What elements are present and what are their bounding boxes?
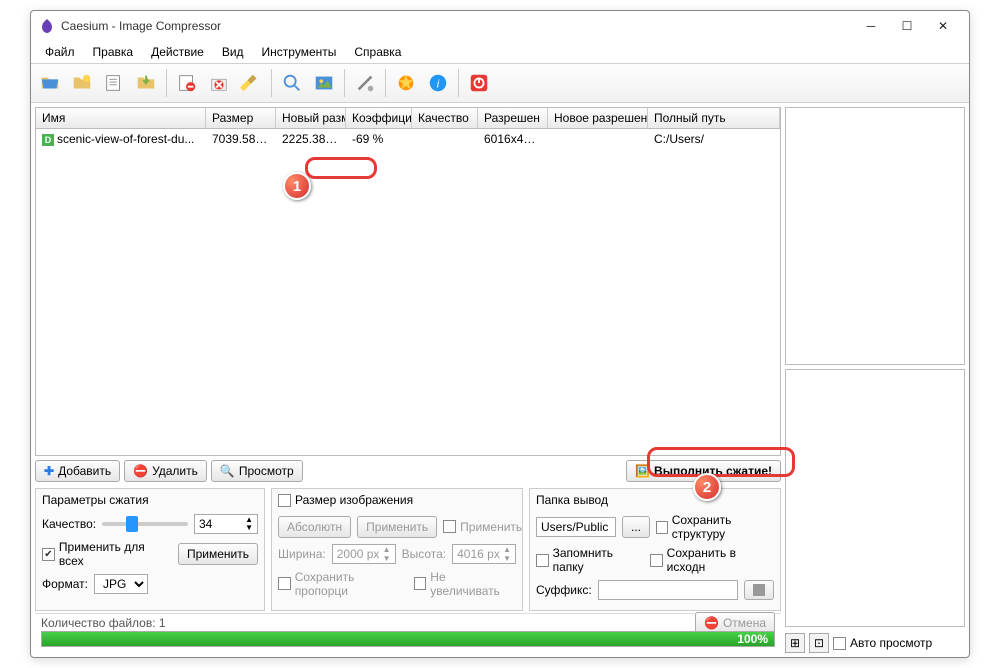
add-list-icon[interactable]: [99, 68, 129, 98]
badge-1: 1: [283, 172, 311, 200]
output-path-input[interactable]: [536, 517, 616, 537]
cell-newsize: 2225.38 Kb: [276, 130, 346, 148]
power-icon[interactable]: [464, 68, 494, 98]
col-quality[interactable]: Качество: [412, 108, 478, 128]
progress-percent: 100%: [737, 632, 768, 646]
cell-quality: [412, 137, 478, 141]
maximize-button[interactable]: ☐: [889, 14, 925, 38]
menu-help[interactable]: Справка: [346, 43, 409, 61]
cell-res: 6016x4016: [478, 130, 548, 148]
col-newres[interactable]: Новое разрешен: [548, 108, 648, 128]
progress-bar: 100%: [41, 631, 775, 647]
preview-image-icon[interactable]: [309, 68, 339, 98]
preview-original: [785, 107, 965, 365]
actual-size-button[interactable]: ⊡: [809, 633, 829, 653]
menu-edit[interactable]: Правка: [85, 43, 142, 61]
col-size[interactable]: Размер: [206, 108, 276, 128]
open-folder-icon[interactable]: [67, 68, 97, 98]
width-label: Ширина:: [278, 547, 326, 561]
resize-checkbox[interactable]: Размер изображения: [278, 493, 413, 507]
apply-quality-button[interactable]: Применить: [178, 543, 258, 565]
clear-list-icon[interactable]: [204, 68, 234, 98]
cell-newres: [548, 137, 648, 141]
suffix-browse-button[interactable]: [744, 580, 774, 600]
apply-check[interactable]: Применить: [443, 520, 522, 534]
fit-button[interactable]: ⊞: [785, 633, 805, 653]
compress-icon: 🖼️: [635, 464, 650, 478]
toolbar: i: [31, 63, 969, 103]
keep-structure-checkbox[interactable]: Сохранить структуру: [656, 513, 774, 541]
height-label: Высота:: [402, 547, 447, 561]
menu-action[interactable]: Действие: [143, 43, 212, 61]
col-name[interactable]: Имя: [36, 108, 206, 128]
minimize-button[interactable]: ─: [853, 14, 889, 38]
badge-2: 2: [693, 473, 721, 501]
preview-button[interactable]: 🔍Просмотр: [211, 460, 303, 482]
save-list-icon[interactable]: [131, 68, 161, 98]
panel-title: Папка вывод: [536, 493, 774, 507]
absolute-button[interactable]: Абсолютн: [278, 516, 351, 538]
no-enlarge-checkbox[interactable]: Не увеличивать: [414, 570, 516, 598]
output-panel: Папка вывод ... Сохранить структуру Запо…: [529, 488, 781, 611]
folder-icon: [753, 584, 765, 596]
broom-icon[interactable]: [236, 68, 266, 98]
suffix-input[interactable]: [598, 580, 738, 600]
remember-folder-checkbox[interactable]: Запомнить папку: [536, 546, 644, 574]
delete-button[interactable]: ⛔Удалить: [124, 460, 207, 482]
suffix-label: Суффикс:: [536, 583, 592, 597]
cell-coef: -69 %: [346, 130, 412, 148]
info-icon[interactable]: i: [423, 68, 453, 98]
star-icon[interactable]: [391, 68, 421, 98]
compression-panel: Параметры сжатия Качество: 34▲▼ ✔Примени…: [35, 488, 265, 611]
menu-file[interactable]: Файл: [37, 43, 83, 61]
close-button[interactable]: ✕: [925, 14, 961, 38]
menu-view[interactable]: Вид: [214, 43, 252, 61]
size-panel: Размер изображения Абсолютн Применить Пр…: [271, 488, 523, 611]
col-coef[interactable]: Коэффици: [346, 108, 412, 128]
col-newsize[interactable]: Новый разм: [276, 108, 346, 128]
magnifier-icon: 🔍: [220, 464, 235, 478]
quality-label: Качество:: [42, 517, 96, 531]
plus-icon: ✚: [44, 464, 54, 478]
col-path[interactable]: Полный путь: [648, 108, 780, 128]
cell-size: 7039.58 Kb: [206, 130, 276, 148]
settings-icon[interactable]: [350, 68, 380, 98]
auto-preview-checkbox[interactable]: Авто просмотр: [833, 636, 932, 650]
quality-slider[interactable]: [102, 522, 188, 526]
preview-compressed: [785, 369, 965, 627]
window-title: Caesium - Image Compressor: [61, 19, 853, 33]
file-count-status: Количество файлов: 1: [41, 616, 695, 630]
table-row[interactable]: Dscenic-view-of-forest-du... 7039.58 Kb …: [36, 129, 780, 149]
app-window: Caesium - Image Compressor ─ ☐ ✕ Файл Пр…: [30, 10, 970, 658]
add-button[interactable]: ✚Добавить: [35, 460, 120, 482]
panel-title: Параметры сжатия: [42, 493, 258, 507]
menubar: Файл Правка Действие Вид Инструменты Спр…: [31, 41, 969, 63]
list-header: Имя Размер Новый разм Коэффици Качество …: [35, 107, 781, 129]
remove-item-icon[interactable]: [172, 68, 202, 98]
width-spinner[interactable]: 2000 px▲▼: [332, 544, 396, 564]
save-source-checkbox[interactable]: Сохранить в исходн: [650, 546, 774, 574]
keep-ratio-checkbox[interactable]: Сохранить пропорци: [278, 570, 408, 598]
forbidden-icon: ⛔: [133, 464, 148, 478]
image-type-icon: D: [42, 134, 54, 146]
titlebar: Caesium - Image Compressor ─ ☐ ✕: [31, 11, 969, 41]
format-label: Формат:: [42, 577, 88, 591]
format-select[interactable]: JPG: [94, 574, 148, 594]
quality-spinner[interactable]: 34▲▼: [194, 514, 258, 534]
cell-name: scenic-view-of-forest-du...: [57, 132, 194, 146]
menu-tools[interactable]: Инструменты: [254, 43, 345, 61]
apply-all-checkbox[interactable]: ✔Применить для всех: [42, 540, 172, 568]
col-resolution[interactable]: Разрешен: [478, 108, 548, 128]
open-file-icon[interactable]: [35, 68, 65, 98]
cell-path: C:/Users/: [648, 130, 780, 148]
apply-size-button[interactable]: Применить: [357, 516, 437, 538]
height-spinner[interactable]: 4016 px▲▼: [452, 544, 516, 564]
cancel-icon: ⛔: [704, 616, 719, 630]
file-list[interactable]: Dscenic-view-of-forest-du... 7039.58 Kb …: [35, 129, 781, 456]
browse-button[interactable]: ...: [622, 516, 650, 538]
app-logo-icon: [39, 18, 55, 34]
zoom-icon[interactable]: [277, 68, 307, 98]
